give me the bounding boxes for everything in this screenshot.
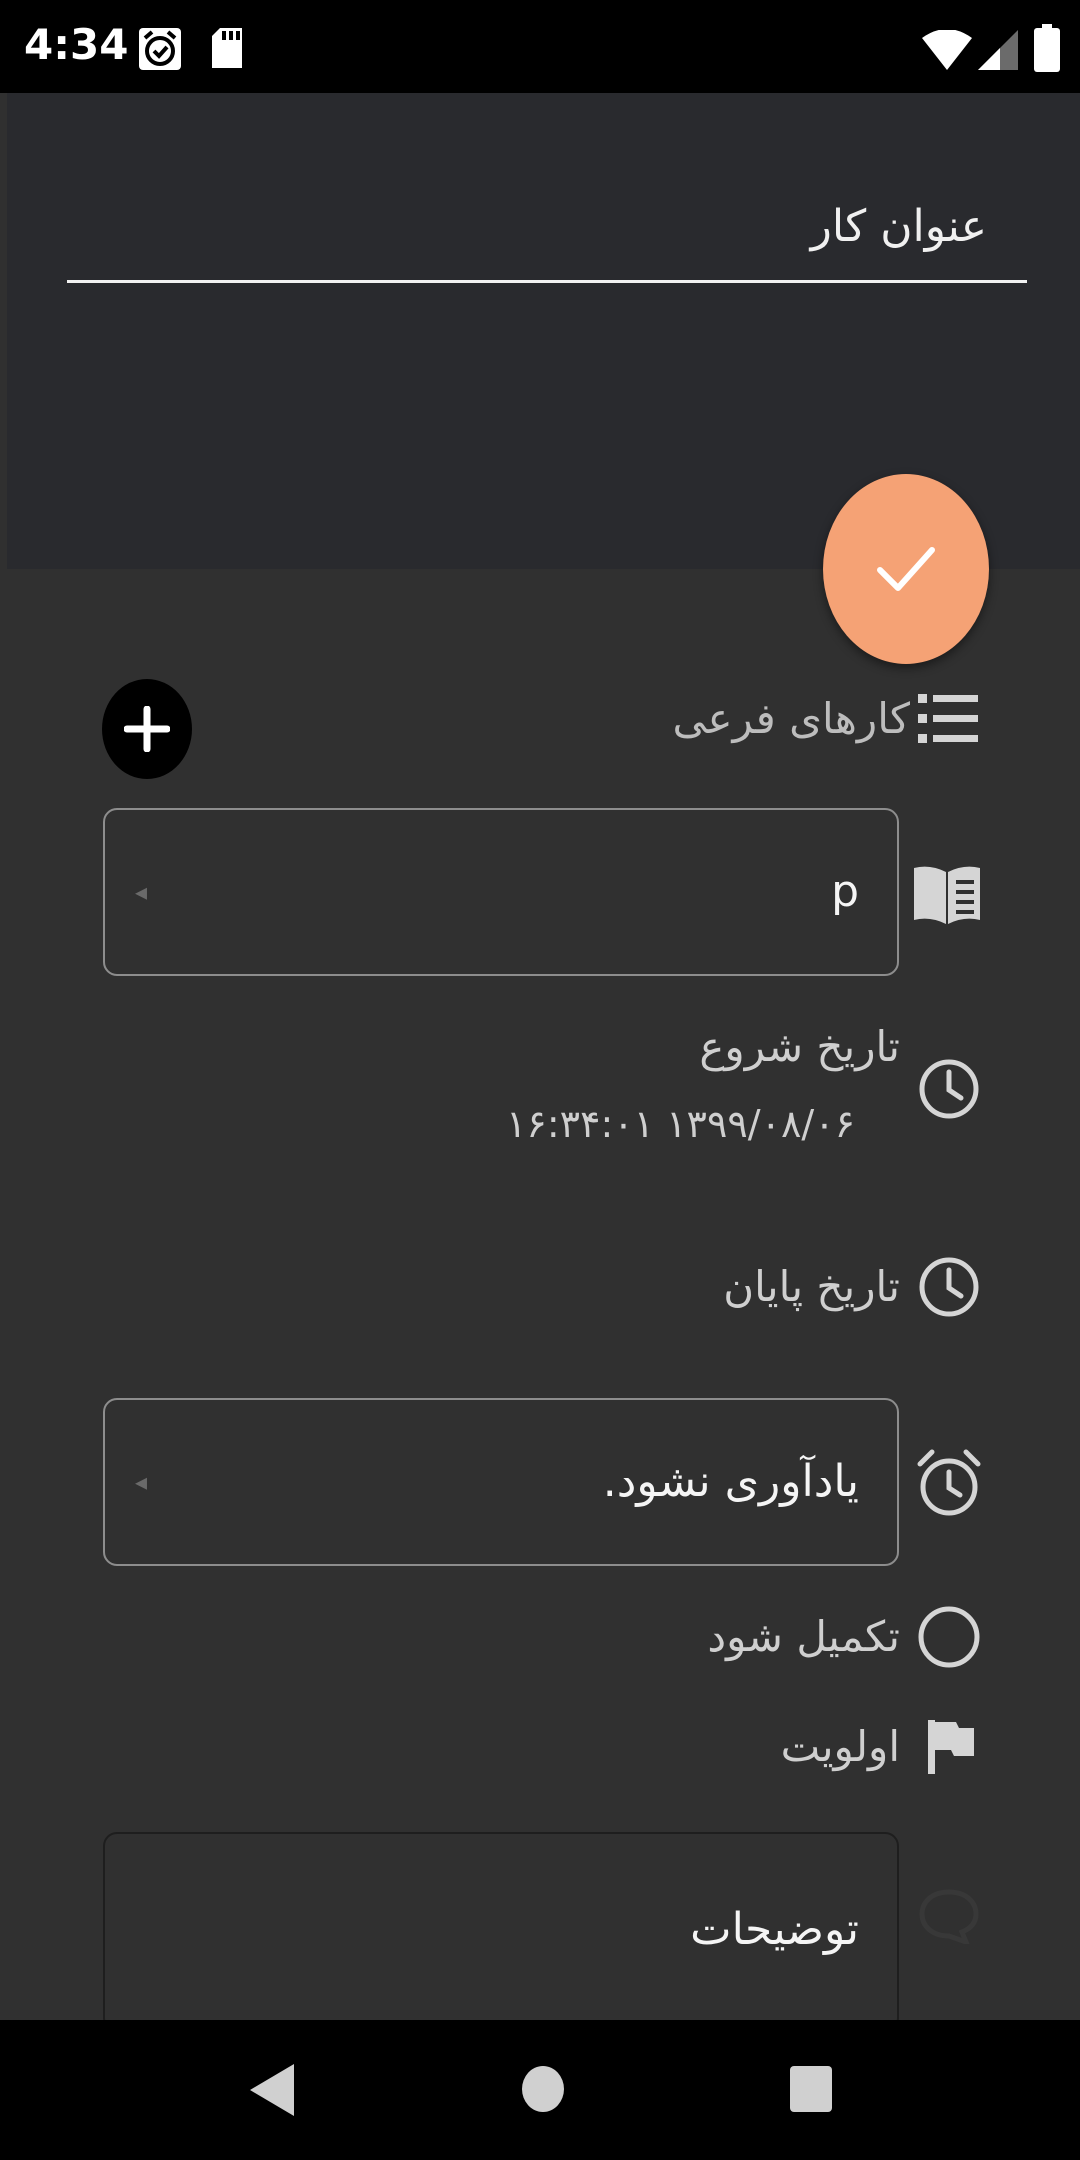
- description-placeholder: توضیحات: [690, 1904, 859, 1955]
- check-icon: [877, 547, 935, 591]
- status-bar: 4:34: [0, 0, 1080, 93]
- category-select[interactable]: p ◂: [103, 808, 899, 976]
- add-subtask-button[interactable]: [102, 679, 192, 779]
- reminder-value: یادآوری نشود.: [602, 1456, 859, 1507]
- list-icon: [918, 692, 978, 750]
- book-icon: [912, 864, 982, 930]
- battery-icon: [1034, 24, 1060, 76]
- status-time: 4:34: [24, 20, 129, 69]
- task-title-input[interactable]: [67, 183, 1027, 283]
- dropdown-arrow-icon: ◂: [135, 878, 148, 906]
- back-icon[interactable]: [248, 2062, 296, 2122]
- start-date-label: تاریخ شروع: [699, 1022, 900, 1071]
- navigation-bar: [0, 2020, 1080, 2160]
- signal-icon: [978, 30, 1018, 74]
- complete-label: تکمیل شود: [707, 1612, 900, 1661]
- screen: 4:34 عنوان کار کارهای فرعی p ◂ تاریخ شرو…: [0, 0, 1080, 2160]
- comment-icon: [918, 1888, 980, 1948]
- description-field[interactable]: توضیحات: [103, 1832, 899, 2032]
- wifi-icon: [922, 29, 972, 74]
- start-date-value: ۱۶:۳۴:۰۱ ۱۳۹۹/۰۸/۰۶: [506, 1102, 856, 1146]
- alarm-icon: [916, 1448, 982, 1522]
- sd-card-icon: [210, 26, 244, 74]
- subtasks-label: کارهای فرعی: [672, 694, 910, 743]
- flag-icon: [926, 1718, 976, 1780]
- home-icon[interactable]: [520, 2064, 566, 2118]
- circle-outline-icon: [918, 1606, 980, 1668]
- save-fab-button[interactable]: [823, 474, 989, 664]
- end-date-clock-icon: [918, 1256, 980, 1322]
- category-value: p: [831, 866, 859, 917]
- reminder-select[interactable]: یادآوری نشود. ◂: [103, 1398, 899, 1566]
- recents-icon[interactable]: [788, 2064, 834, 2118]
- priority-label[interactable]: اولویت: [781, 1722, 900, 1771]
- alarm-app-icon: [137, 26, 183, 76]
- start-date-clock-icon: [918, 1058, 980, 1124]
- end-date-label[interactable]: تاریخ پایان: [723, 1262, 900, 1311]
- complete-checkbox[interactable]: [916, 1604, 982, 1674]
- dropdown-arrow-icon: ◂: [135, 1468, 148, 1496]
- plus-icon: [124, 706, 170, 752]
